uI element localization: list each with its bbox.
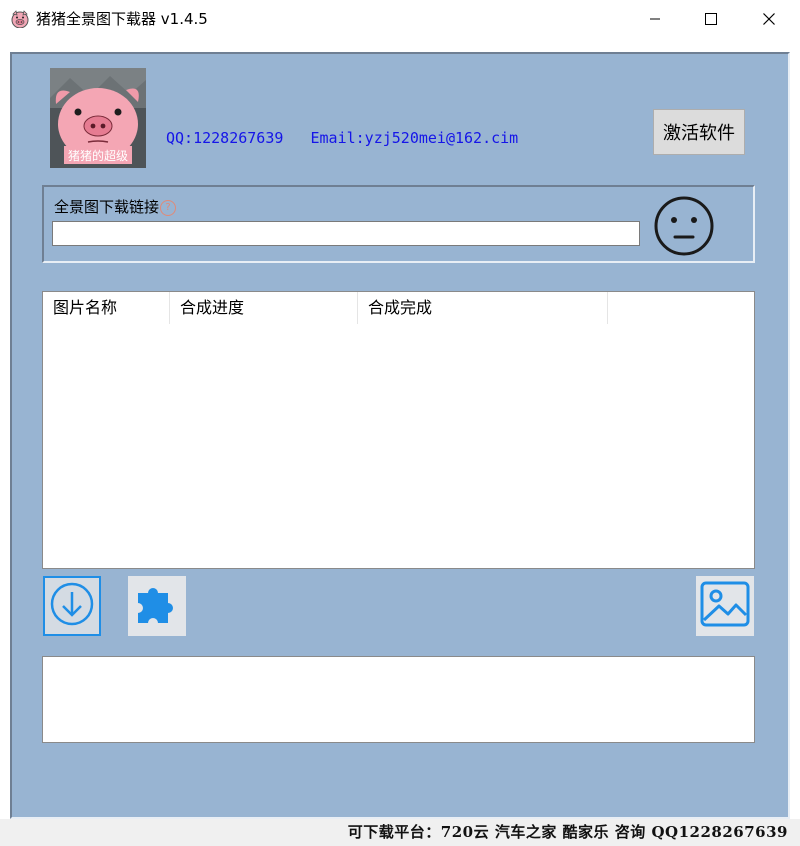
column-header[interactable]: 图片名称: [43, 292, 170, 324]
pig-icon: [10, 10, 30, 29]
task-list-header: 图片名称 合成进度 合成完成: [43, 292, 754, 324]
neutral-face-icon: [652, 194, 716, 258]
column-header[interactable]: 合成进度: [170, 292, 358, 324]
task-list[interactable]: 图片名称 合成进度 合成完成: [42, 291, 755, 569]
url-label: 全景图下载链接: [54, 198, 160, 216]
logo-caption: 猪猪的超级: [68, 148, 128, 163]
help-icon[interactable]: ?: [160, 200, 177, 216]
column-header[interactable]: [608, 292, 754, 324]
minimize-icon: [649, 10, 661, 29]
url-label-row: 全景图下载链接?: [54, 197, 177, 217]
minimize-button[interactable]: [632, 0, 678, 38]
status-text: 可下载平台：720云 汽车之家 酷家乐 咨询 QQ1228267639: [347, 823, 788, 841]
download-arrow-icon: [49, 581, 95, 631]
maximize-button[interactable]: [688, 0, 734, 38]
url-input[interactable]: [52, 221, 640, 246]
window-title: 猪猪全景图下载器 v1.4.5: [36, 10, 208, 28]
contact-info: QQ:1228267639 Email:yzj520mei@162.cim: [166, 129, 519, 147]
app-logo: 猪猪的超级: [50, 68, 146, 168]
plugin-button[interactable]: [128, 576, 186, 636]
column-header[interactable]: 合成完成: [358, 292, 608, 324]
download-button[interactable]: [43, 576, 101, 636]
image-icon: [699, 578, 751, 634]
log-textbox[interactable]: [42, 656, 755, 743]
close-icon: [763, 10, 775, 29]
title-bar: 猪猪全景图下载器 v1.4.5: [0, 0, 800, 38]
close-button[interactable]: [746, 0, 792, 38]
status-bar: 可下载平台：720云 汽车之家 酷家乐 咨询 QQ1228267639: [0, 819, 800, 846]
image-button[interactable]: [696, 576, 754, 636]
activate-button[interactable]: 激活软件: [653, 109, 745, 155]
puzzle-icon: [132, 579, 182, 633]
maximize-icon: [705, 10, 717, 29]
